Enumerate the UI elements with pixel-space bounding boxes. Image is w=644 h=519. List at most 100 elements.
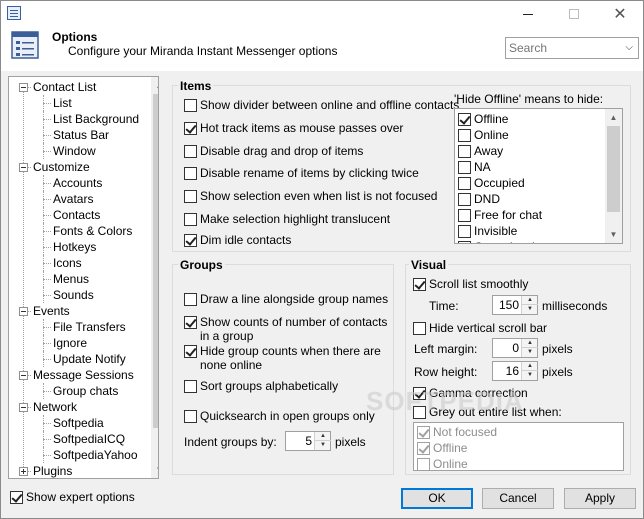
tree-item[interactable]: Hotkeys [53, 239, 96, 255]
scroll-thumb[interactable] [153, 94, 158, 428]
search-input[interactable] [506, 38, 616, 58]
grey-out-checkbox[interactable]: Grey out entire list when: [413, 405, 562, 419]
indent-value[interactable]: 5 [305, 434, 312, 448]
stepper-arrows[interactable]: ▲ ▼ [521, 362, 538, 380]
checkbox[interactable] [184, 167, 197, 180]
items-option-checkbox[interactable]: Dim idle contacts [184, 233, 291, 247]
checkbox[interactable] [458, 144, 471, 158]
checkbox[interactable] [458, 112, 471, 126]
checkbox[interactable] [184, 213, 197, 226]
time-stepper[interactable]: 150 ▲ ▼ [492, 295, 538, 315]
checkbox[interactable] [184, 145, 197, 158]
minimize-button[interactable] [505, 1, 551, 27]
items-option-checkbox[interactable]: Show divider between online and offline … [184, 98, 459, 112]
stepper-arrows[interactable]: ▲ ▼ [521, 339, 538, 357]
row-height-stepper[interactable]: 16 ▲ ▼ [492, 361, 538, 381]
left-margin-stepper[interactable]: 0 ▲ ▼ [492, 338, 538, 358]
list-item[interactable]: Occupied [458, 175, 525, 191]
search-box[interactable]: ⌵ [505, 37, 639, 59]
arrow-down-icon[interactable]: ▼ [315, 441, 331, 450]
tree-item[interactable]: List Background [53, 111, 139, 127]
list-item[interactable]: Invisible [458, 223, 517, 239]
checkbox[interactable] [413, 387, 426, 400]
collapse-icon[interactable] [19, 403, 28, 412]
checkbox[interactable] [184, 345, 197, 358]
groups-option-checkbox[interactable]: Draw a line alongside group names [184, 292, 388, 306]
scroll-up-icon[interactable]: ▲ [151, 77, 158, 94]
checkbox[interactable] [458, 208, 471, 222]
tree-category[interactable]: Events [33, 303, 70, 319]
arrow-down-icon[interactable]: ▼ [522, 348, 538, 357]
time-value[interactable]: 150 [499, 298, 519, 312]
tree-item[interactable]: Contacts [53, 207, 100, 223]
tree-item[interactable]: Ignore [53, 335, 87, 351]
tree-item[interactable]: SoftpediaICQ [53, 431, 125, 447]
groups-option-checkbox[interactable]: Quicksearch in open groups only [184, 409, 375, 423]
title-bar[interactable]: ✕ [1, 1, 643, 27]
scroll-down-icon[interactable]: ▼ [605, 226, 622, 243]
scroll-smoothly-checkbox[interactable]: Scroll list smoothly [413, 277, 528, 291]
list-item[interactable]: DND [458, 191, 500, 207]
checkbox[interactable] [184, 99, 197, 112]
tree-item[interactable]: Avatars [53, 191, 93, 207]
checkbox[interactable] [184, 122, 197, 135]
tree-item[interactable]: Update Notify [53, 351, 126, 367]
tree-item[interactable]: Menus [53, 271, 89, 287]
checkbox[interactable] [413, 322, 426, 335]
checkbox[interactable] [184, 293, 197, 306]
tree-item[interactable]: File Transfers [53, 319, 126, 335]
arrow-up-icon[interactable]: ▲ [522, 362, 538, 371]
tree-item[interactable]: Sounds [53, 287, 94, 303]
gamma-checkbox[interactable]: Gamma correction [413, 386, 528, 400]
indent-stepper[interactable]: 5 ▲ ▼ [285, 431, 331, 451]
tree-item[interactable]: Icons [53, 255, 82, 271]
hide-offline-list[interactable]: Offline Online Away NA Occupied DND Free for c… [454, 108, 623, 244]
arrow-up-icon[interactable]: ▲ [522, 296, 538, 305]
items-option-checkbox[interactable]: Show selection even when list is not foc… [184, 189, 437, 203]
collapse-icon[interactable] [19, 163, 28, 172]
options-tree[interactable]: Contact List List List Background Status Ba… [8, 76, 159, 479]
items-option-checkbox[interactable]: Hot track items as mouse passes over [184, 121, 403, 135]
ok-button[interactable]: OK [401, 488, 473, 509]
collapse-icon[interactable] [19, 307, 28, 316]
checkbox[interactable] [413, 278, 426, 291]
scroll-up-icon[interactable]: ▲ [605, 109, 622, 126]
checkbox[interactable] [184, 234, 197, 247]
checkbox[interactable] [458, 240, 471, 243]
close-button[interactable]: ✕ [597, 1, 643, 27]
checkbox[interactable] [458, 192, 471, 206]
stepper-arrows[interactable]: ▲ ▼ [314, 432, 331, 450]
stepper-arrows[interactable]: ▲ ▼ [521, 296, 538, 314]
expand-icon[interactable] [19, 467, 28, 476]
chevron-down-icon[interactable]: ⌵ [625, 42, 633, 53]
hide-scrollbar-checkbox[interactable]: Hide vertical scroll bar [413, 321, 547, 335]
list-scrollbar[interactable]: ▲ ▼ [605, 109, 622, 243]
show-expert-checkbox[interactable]: Show expert options [10, 490, 135, 504]
tree-item[interactable]: Fonts & Colors [53, 223, 132, 239]
checkbox[interactable] [458, 224, 471, 238]
tree-category[interactable]: Contact List [33, 79, 96, 95]
tree-item[interactable]: SoftpediaYahoo [53, 447, 138, 463]
list-item[interactable]: Out to lunch [458, 239, 539, 243]
list-item[interactable]: Free for chat [458, 207, 542, 223]
left-margin-value[interactable]: 0 [512, 341, 519, 355]
list-item[interactable]: Online [458, 127, 509, 143]
groups-option-checkbox[interactable]: Show counts of number of contacts in a g… [184, 315, 389, 343]
scroll-thumb[interactable] [607, 126, 620, 212]
arrow-down-icon[interactable]: ▼ [522, 305, 538, 314]
row-height-value[interactable]: 16 [506, 364, 519, 378]
list-item[interactable]: NA [458, 159, 491, 175]
groups-option-checkbox[interactable]: Sort groups alphabetically [184, 379, 338, 393]
tree-item[interactable]: List [53, 95, 72, 111]
checkbox[interactable] [458, 160, 471, 174]
cancel-button[interactable]: Cancel [482, 488, 554, 509]
list-item[interactable]: Offline [458, 111, 508, 127]
checkbox[interactable] [458, 128, 471, 142]
tree-item[interactable]: Softpedia [53, 415, 104, 431]
collapse-icon[interactable] [19, 371, 28, 380]
checkbox[interactable] [184, 410, 197, 423]
checkbox[interactable] [184, 190, 197, 203]
tree-category[interactable]: Plugins [33, 463, 72, 478]
tree-category[interactable]: Network [33, 399, 77, 415]
checkbox[interactable] [184, 380, 197, 393]
